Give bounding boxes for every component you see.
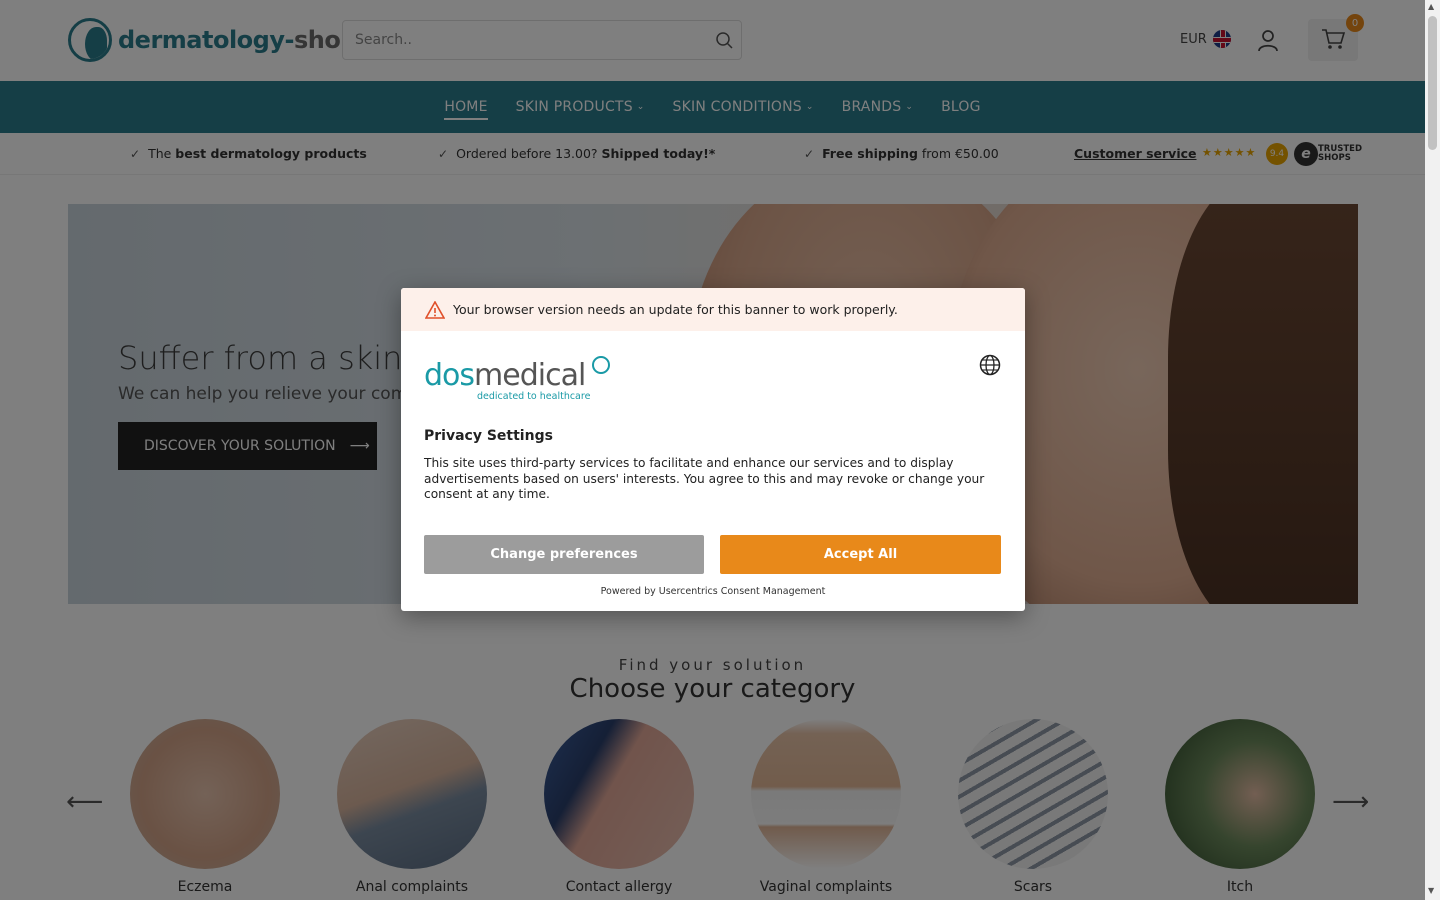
powered-by-label: Powered by Usercentrics Consent Manageme… — [600, 586, 826, 597]
scroll-up-icon[interactable]: ▲ — [1428, 2, 1434, 11]
scrollbar-thumb[interactable] — [1428, 16, 1437, 150]
privacy-settings-title: Privacy Settings — [424, 428, 553, 444]
warning-icon — [425, 300, 445, 319]
privacy-settings-body: This site uses third-party services to f… — [424, 456, 985, 501]
scroll-down-icon[interactable]: ▼ — [1428, 886, 1434, 895]
language-globe-icon[interactable] — [979, 354, 1001, 376]
privacy-consent-dialog: Your browser version needs an update for… — [401, 288, 1025, 611]
dosmedical-cross-icon — [592, 356, 610, 374]
accept-all-button[interactable]: Accept All — [720, 535, 1001, 574]
browser-warning-banner: Your browser version needs an update for… — [401, 288, 1025, 331]
change-preferences-button[interactable]: Change preferences — [424, 535, 704, 574]
dosmedical-logo: dosmedical dedicated to healthcare — [424, 356, 610, 402]
